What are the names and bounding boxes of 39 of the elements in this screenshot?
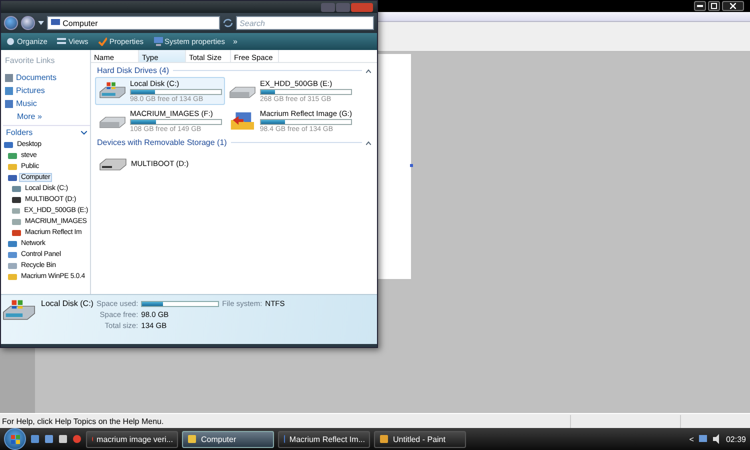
section-heading: Folders [6,128,33,137]
organize-icon [6,37,15,46]
windows-logo [10,434,20,444]
more-link[interactable]: More » [3,110,90,125]
taskbar-button[interactable]: Untitled - Paint [374,430,466,448]
resize-handle[interactable] [410,164,413,167]
start-button[interactable] [4,428,26,450]
restore-button[interactable] [708,1,720,11]
minimize-button[interactable] [694,1,706,11]
close-button[interactable] [722,1,744,11]
favorite-link[interactable]: Music [3,97,90,110]
speaker-icon[interactable] [712,434,722,444]
checkmark-icon [98,37,108,46]
tray-toggle[interactable]: < [689,434,694,444]
refresh-icon[interactable] [222,18,233,28]
collapse-icon[interactable] [366,140,371,144]
minimize-icon [697,5,703,7]
more-button[interactable]: » [232,37,238,46]
address-field[interactable]: Computer [46,16,220,30]
taskbar-button[interactable]: Macrium Reflect Im... [278,430,370,448]
restore-icon [711,3,717,9]
drive-name: Local Disk (C:) [41,299,94,308]
forward-button[interactable] [20,16,35,30]
status-text: For Help, click Help Topics on the Help Menu. [1,416,165,426]
close-icon [730,3,736,9]
chevron-icon[interactable] [81,130,87,134]
section-heading: Favorite Links [4,55,56,67]
taskbar-button[interactable]: macrium image veri... [86,430,178,448]
back-button[interactable] [4,16,18,30]
clock[interactable]: 02:39 [726,434,746,444]
collapse-icon[interactable] [366,68,371,72]
folder-arrow-icon [228,111,257,131]
group-heading[interactable]: Hard Disk Drives (4) [97,66,170,75]
views-icon [57,37,66,46]
group-heading[interactable]: Devices with Removable Storage (1) [97,138,227,147]
favorite-link[interactable]: Pictures [3,84,90,97]
favorite-link[interactable]: Documents [3,71,90,84]
search-field[interactable]: Search [236,16,374,30]
taskbar-button[interactable]: Computer [182,430,274,448]
